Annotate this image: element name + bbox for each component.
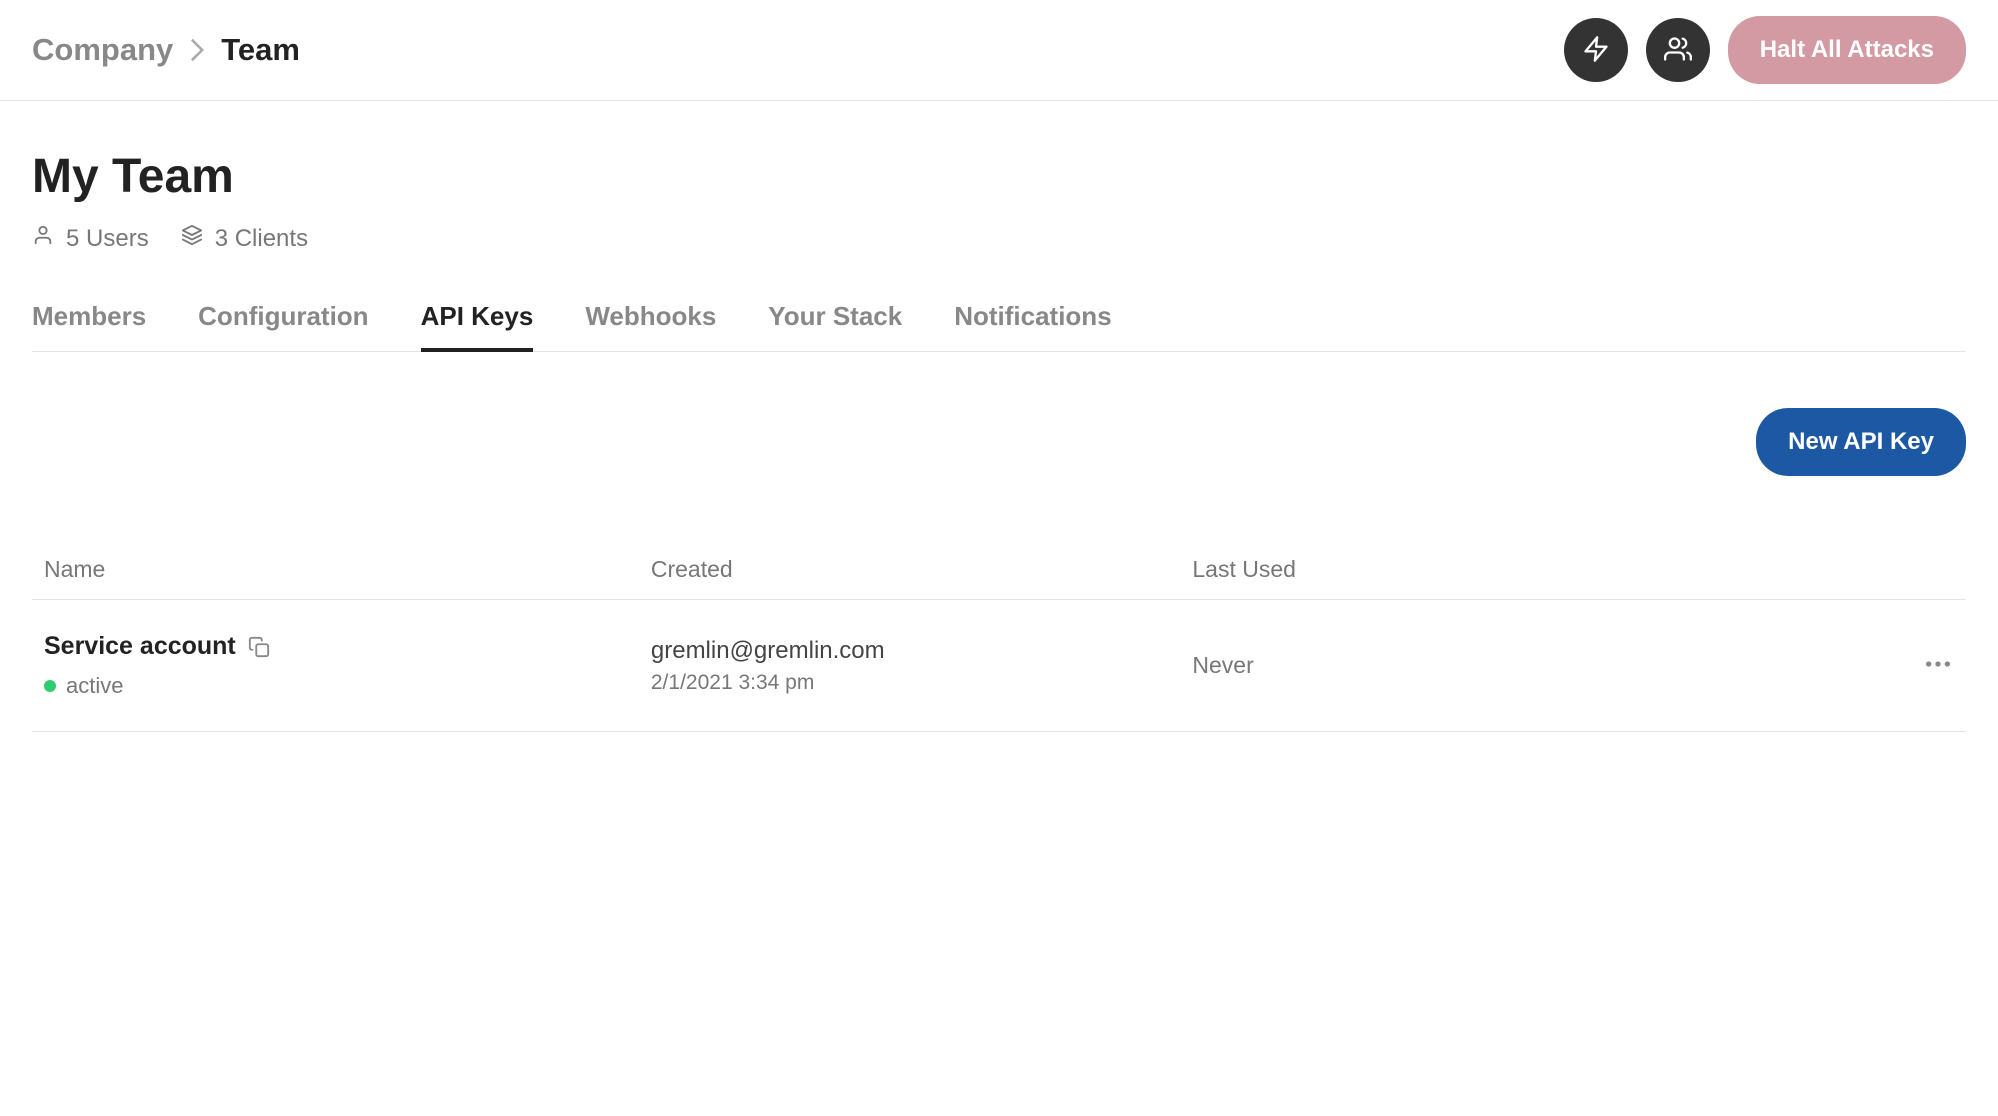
layers-icon bbox=[181, 224, 203, 253]
users-button[interactable] bbox=[1646, 18, 1710, 82]
lightning-button[interactable] bbox=[1564, 18, 1628, 82]
col-header-name: Name bbox=[32, 556, 651, 583]
clients-count: 3 Clients bbox=[215, 225, 308, 253]
tab-configuration[interactable]: Configuration bbox=[198, 301, 368, 352]
users-count: 5 Users bbox=[66, 225, 149, 253]
api-key-name: Service account bbox=[44, 632, 236, 661]
user-icon bbox=[32, 224, 54, 253]
new-api-key-button[interactable]: New API Key bbox=[1756, 408, 1966, 476]
created-by-email: gremlin@gremlin.com bbox=[651, 637, 1193, 665]
clients-stat: 3 Clients bbox=[181, 224, 308, 253]
tab-members[interactable]: Members bbox=[32, 301, 146, 352]
col-header-created: Created bbox=[651, 556, 1193, 583]
users-stat: 5 Users bbox=[32, 224, 149, 253]
more-horizontal-icon bbox=[1922, 648, 1954, 683]
tabs: Members Configuration API Keys Webhooks … bbox=[32, 301, 1966, 352]
table-row: Service account active gremlin@gremlin.c… bbox=[32, 600, 1966, 732]
status-badge: active bbox=[44, 673, 651, 699]
more-actions-button[interactable] bbox=[1922, 648, 1954, 683]
page-title: My Team bbox=[32, 149, 1966, 204]
chevron-right-icon bbox=[189, 38, 205, 62]
breadcrumb-parent[interactable]: Company bbox=[32, 32, 173, 68]
tab-api-keys[interactable]: API Keys bbox=[421, 301, 534, 352]
last-used-value: Never bbox=[1192, 652, 1253, 678]
copy-icon[interactable] bbox=[248, 636, 270, 658]
lightning-icon bbox=[1582, 35, 1610, 66]
users-icon bbox=[1664, 35, 1692, 66]
halt-all-attacks-button[interactable]: Halt All Attacks bbox=[1728, 16, 1966, 84]
status-dot-icon bbox=[44, 680, 56, 692]
breadcrumb-current: Team bbox=[221, 32, 300, 68]
api-keys-table: Name Created Last Used Service account a… bbox=[32, 540, 1966, 732]
tab-your-stack[interactable]: Your Stack bbox=[768, 301, 902, 352]
breadcrumb: Company Team bbox=[32, 32, 300, 68]
created-at-date: 2/1/2021 3:34 pm bbox=[651, 671, 1193, 695]
tab-webhooks[interactable]: Webhooks bbox=[585, 301, 716, 352]
status-text: active bbox=[66, 673, 123, 699]
tab-notifications[interactable]: Notifications bbox=[954, 301, 1111, 352]
table-header: Name Created Last Used bbox=[32, 540, 1966, 600]
col-header-last-used: Last Used bbox=[1192, 556, 1886, 583]
